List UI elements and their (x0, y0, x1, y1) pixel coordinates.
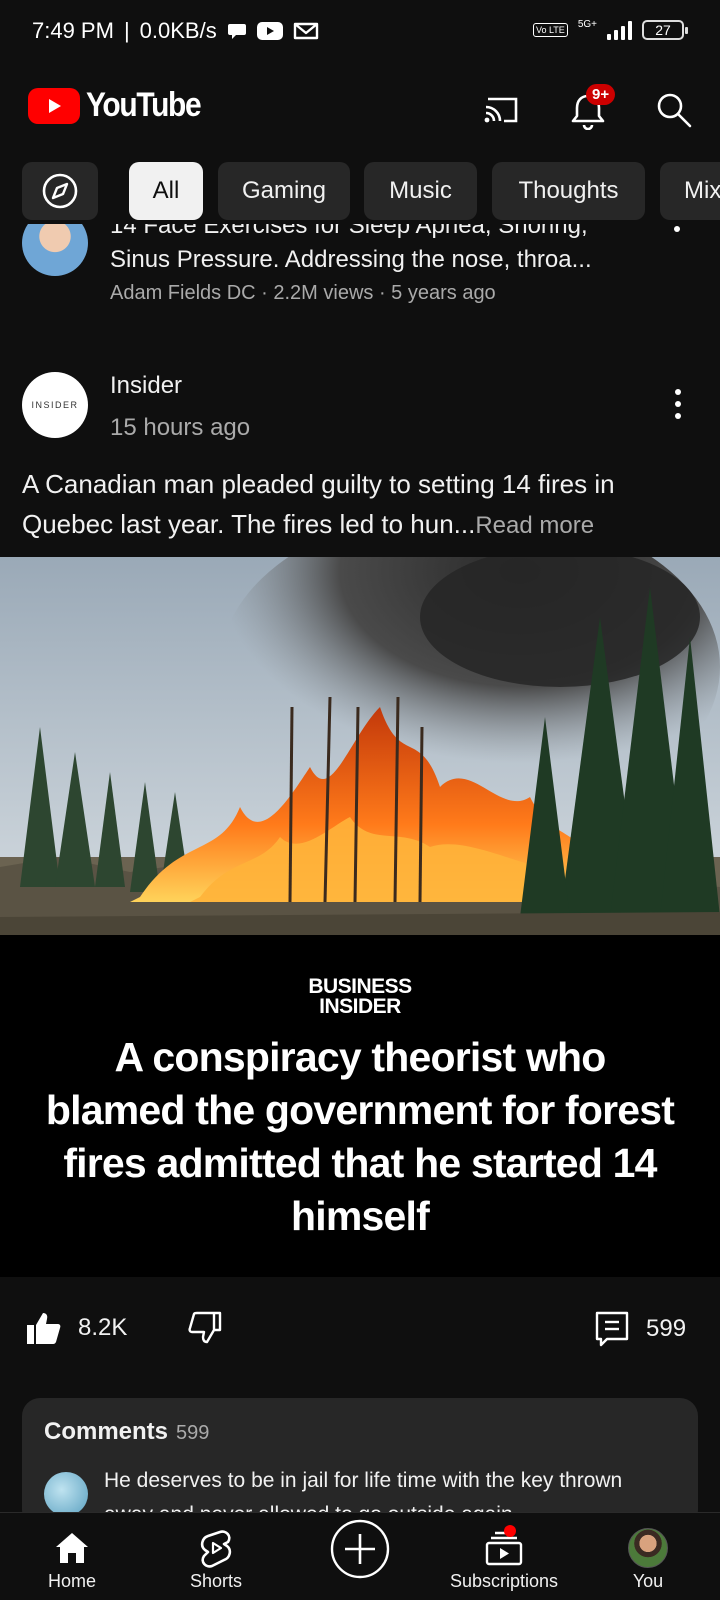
previous-video-row[interactable]: 14 Face Exercises for Sleep Apnea, Snori… (0, 224, 720, 314)
chip-gaming[interactable]: Gaming (218, 162, 350, 220)
comments-count: 599 (176, 1422, 210, 1444)
notifications-button[interactable]: 9+ (560, 82, 616, 138)
video-title: Sinus Pressure. Addressing the nose, thr… (110, 246, 592, 273)
nav-home-label: Home (47, 1571, 96, 1591)
more-options-icon[interactable] (674, 226, 680, 232)
comments-title: Comments (44, 1418, 169, 1445)
app-name: YouTube (86, 86, 202, 124)
nav-home[interactable]: Home (32, 1513, 112, 1600)
nav-you-label: You (632, 1571, 664, 1591)
nav-you[interactable]: You (608, 1513, 688, 1600)
compass-icon (42, 173, 78, 209)
shorts-icon (200, 1530, 232, 1568)
signal-icon (607, 20, 632, 40)
forest-fire-photo (0, 557, 720, 935)
nav-subscriptions-label: Subscriptions (449, 1571, 559, 1591)
like-button[interactable]: 8.2K (26, 1310, 127, 1346)
chip-music[interactable]: Music (364, 162, 477, 220)
channel-avatar[interactable]: INSIDER (22, 372, 88, 438)
youtube-play-icon (28, 87, 80, 124)
channel-name[interactable]: Insider (110, 372, 182, 400)
subscriptions-icon (485, 1531, 523, 1566)
more-options-icon[interactable] (658, 384, 698, 424)
post-time: 15 hours ago (110, 414, 251, 441)
business-insider-logo: BUSINESS INSIDER (0, 975, 720, 1018)
video-meta: Adam Fields DC · 2.2M views · 5 years ag… (110, 282, 496, 304)
app-header: YouTube 9+ (0, 66, 720, 156)
network-type: 5G+ (577, 18, 597, 30)
cast-icon (484, 97, 518, 123)
commenter-avatar (44, 1472, 88, 1516)
chip-thoughts[interactable]: Thoughts (492, 162, 645, 220)
status-bar: 7:49 PM | 0.0KB/s Vo LTE 5G+ 27 (0, 0, 720, 66)
nav-create[interactable] (320, 1513, 400, 1600)
channel-avatar[interactable] (22, 224, 88, 276)
chat-bubble-icon (227, 24, 246, 39)
post-text[interactable]: A Canadian man pleaded guilty to setting… (22, 464, 702, 546)
status-left: 7:49 PM | 0.0KB/s (32, 18, 319, 44)
logo-line-1: BUSINESS (308, 975, 412, 998)
dislike-button[interactable] (186, 1310, 222, 1346)
new-content-dot (504, 1525, 516, 1537)
nav-subscriptions[interactable]: Subscriptions (444, 1513, 564, 1600)
comment-count: 599 (646, 1315, 687, 1342)
nav-shorts-label: Shorts (189, 1571, 243, 1591)
comments-button[interactable]: 599 (594, 1310, 686, 1348)
post-image[interactable] (0, 557, 720, 935)
battery-icon: 27 (642, 20, 688, 40)
user-avatar (628, 1528, 668, 1568)
comments-card[interactable]: Comments 599 He deserves to be in jail fo… (22, 1398, 698, 1528)
chip-all[interactable]: All (129, 162, 203, 220)
gmail-icon (293, 22, 318, 40)
youtube-logo[interactable]: YouTube (28, 86, 216, 125)
status-time: 7:49 PM (32, 18, 114, 43)
search-button[interactable] (646, 82, 702, 138)
search-icon (657, 93, 692, 128)
status-separator: | (123, 18, 130, 43)
cast-button[interactable] (474, 82, 530, 138)
image-caption-panel: BUSINESS INSIDER A conspiracy theorist w… (0, 935, 720, 1277)
comments-header: Comments 599 (44, 1418, 209, 1446)
bottom-nav: Home Shorts Subscriptions You (0, 1512, 720, 1600)
image-headline: A conspiracy theorist who blamed the gov… (45, 1034, 675, 1239)
comment-icon (595, 1311, 629, 1347)
notification-badge: 9+ (586, 84, 616, 105)
explore-chip[interactable] (22, 162, 98, 220)
thumbs-down-icon (188, 1311, 222, 1344)
chip-mix[interactable]: Mix (660, 162, 720, 220)
like-count: 8.2K (78, 1314, 128, 1341)
thumbs-up-icon (27, 1313, 61, 1344)
status-speed: 0.0KB/s (139, 18, 217, 43)
home-icon (56, 1533, 88, 1563)
video-title-cut: 14 Face Exercises for Sleep Apnea, Snori… (110, 224, 588, 239)
filter-chips: All Gaming Music Thoughts Mix (0, 162, 720, 222)
read-more-link[interactable]: Read more (475, 512, 594, 539)
post-actions: 8.2K 599 (0, 1300, 720, 1364)
volte-icon: Vo LTE (532, 23, 568, 37)
nav-shorts[interactable]: Shorts (176, 1513, 256, 1600)
status-right: Vo LTE 5G+ 27 (532, 18, 688, 40)
youtube-notif-icon (256, 22, 283, 40)
create-plus-icon (330, 1519, 390, 1579)
logo-line-2: INSIDER (319, 995, 401, 1018)
